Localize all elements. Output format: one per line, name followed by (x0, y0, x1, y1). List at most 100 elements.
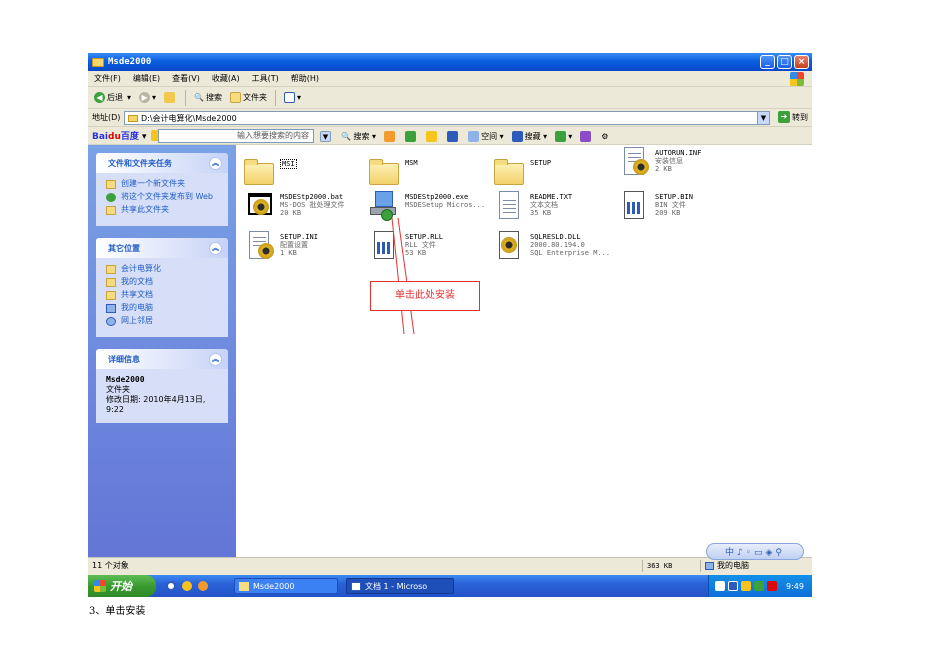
views-button[interactable]: ▾ (284, 92, 301, 103)
update-tray-icon[interactable] (767, 581, 777, 591)
ime-tray-icon[interactable] (715, 581, 725, 591)
clock: 9:49 (786, 581, 804, 591)
new-folder-icon (106, 180, 116, 189)
collapse-icon[interactable]: ︽ (209, 156, 222, 170)
menu-edit[interactable]: 编辑(E) (133, 73, 160, 84)
up-folder-button[interactable] (164, 92, 177, 103)
security-tray-icon[interactable] (754, 581, 764, 591)
config-file-icon (242, 229, 276, 263)
file-item-autorun[interactable]: AUTORUN.INF 安装信息 2 KB (617, 145, 742, 179)
baidu-toolbar: Baidu百度 ▾ 输入想要搜索的内容 ▼ 🔍 搜索 ▾ 空间 ▾ 搜藏 ▾ ▾… (88, 127, 812, 145)
search-icon: 🔍 (194, 93, 204, 102)
baidu-tool-3[interactable] (426, 130, 439, 142)
file-item-sqlresld-dll[interactable]: SQLRESLD.DLL 2000.80.194.0 SQL Enterprise … (492, 229, 617, 263)
ime-toolbar[interactable]: 中♪◦▭◈⚲ (706, 543, 804, 560)
details-header[interactable]: 详细信息 ︽ (96, 349, 228, 369)
computer-icon (106, 304, 116, 313)
file-item-msm[interactable]: MSM (367, 155, 492, 189)
file-item-msi[interactable]: MSI (242, 155, 367, 189)
computer-icon (705, 562, 714, 570)
taskbar-item-explorer[interactable]: Msde2000 (234, 578, 338, 594)
windows-flag-icon (94, 580, 106, 592)
file-item-msdestp-exe[interactable]: MSDEStp2000.exe MSDESetup Micros... (367, 189, 492, 223)
network-tray-icon[interactable] (728, 581, 738, 591)
file-item-setup-bin[interactable]: SETUP.BIN BIN 文件 209 KB (617, 189, 742, 223)
menu-view[interactable]: 查看(V) (172, 73, 200, 84)
details-panel: 详细信息 ︽ Msde2000 文件夹 修改日期: 2010年4月13日, 9:… (96, 349, 228, 423)
ie-icon[interactable] (166, 581, 176, 591)
baidu-tool-1[interactable] (384, 130, 397, 142)
address-input[interactable]: D:\会计电算化\Msde2000 ▼ (124, 111, 770, 125)
globe-icon (106, 193, 116, 202)
back-button[interactable]: ◀ 后退 ▾ (94, 92, 131, 103)
baidu-dropdown[interactable]: ▼ (320, 130, 333, 142)
folder-icon (492, 155, 526, 189)
details-modified: 修改日期: 2010年4月13日, 9:22 (106, 395, 206, 414)
file-item-msdestp-bat[interactable]: MSDEStp2000.bat MS-DOS 批处理文件 20 KB (242, 189, 367, 223)
search-button[interactable]: 🔍 搜索 (194, 92, 222, 103)
toolbar-separator (185, 89, 187, 106)
menu-bar: 文件(F) 编辑(E) 查看(V) 收藏(A) 工具(T) 帮助(H) (88, 71, 812, 87)
file-list: MSI MSM SETUP AUTORUN.INF 安装信息 2 KB MSDESt… (236, 145, 812, 557)
collapse-icon[interactable]: ︽ (209, 241, 222, 255)
folder-icon (128, 114, 138, 122)
baidu-tool-6[interactable] (580, 130, 593, 142)
menu-tools[interactable]: 工具(T) (252, 73, 279, 84)
taskbar: 开始 Msde2000 文档 1 - Microso 9:49 (88, 575, 812, 597)
baidu-search-input[interactable]: 输入想要搜索的内容 (158, 129, 314, 143)
qq-tray-icon[interactable] (741, 581, 751, 591)
address-dropdown-icon[interactable]: ▼ (757, 112, 769, 124)
share-folder-link[interactable]: 共享此文件夹 (106, 205, 222, 215)
close-button[interactable]: × (794, 55, 809, 69)
menu-favorites[interactable]: 收藏(A) (212, 73, 240, 84)
baidu-search-button[interactable]: 🔍 搜索 ▾ (341, 131, 376, 142)
system-tray: 9:49 (708, 575, 812, 597)
baidu-settings[interactable]: ⚙ (601, 132, 608, 141)
start-button[interactable]: 开始 (88, 575, 156, 597)
place-accounting[interactable]: 会计电算化 (106, 264, 222, 274)
place-network[interactable]: 网上邻居 (106, 316, 222, 326)
object-count: 11 个对象 (92, 561, 129, 570)
publish-web-link[interactable]: 将这个文件夹发布到 Web (106, 192, 222, 202)
file-item-setup-folder[interactable]: SETUP (492, 155, 617, 189)
forward-button[interactable]: ▶ ▾ (139, 92, 156, 103)
file-item-setup-rll[interactable]: SETUP.RLL RLL 文件 53 KB (367, 229, 492, 263)
network-icon (106, 317, 116, 326)
new-folder-link[interactable]: 创建一个新文件夹 (106, 179, 222, 189)
setup-info-icon (617, 145, 651, 179)
dll-file-icon (492, 229, 526, 263)
baidu-logo[interactable]: Baidu百度 ▾ (92, 129, 147, 142)
baidu-tool-5[interactable]: ▾ (555, 130, 572, 142)
menu-file[interactable]: 文件(F) (94, 73, 121, 84)
baidu-tool-4[interactable] (447, 130, 460, 142)
views-icon (284, 92, 295, 103)
file-tasks-panel: 文件和文件夹任务 ︽ 创建一个新文件夹 将这个文件夹发布到 Web 共享此文件夹 (96, 153, 228, 226)
taskbar-item-word[interactable]: 文档 1 - Microso (346, 578, 454, 594)
collapse-icon[interactable]: ︽ (209, 352, 222, 366)
file-item-readme[interactable]: README.TXT 文本文档 35 KB (492, 189, 617, 223)
place-shared-documents[interactable]: 共享文档 (106, 290, 222, 300)
menu-help[interactable]: 帮助(H) (291, 73, 319, 84)
details-type: 文件夹 (106, 385, 130, 394)
title-bar[interactable]: Msde2000 _ □ × (88, 53, 812, 71)
place-my-documents[interactable]: 我的文档 (106, 277, 222, 287)
go-button[interactable]: ➔ 转到 (778, 111, 808, 123)
baidu-favorites-button[interactable]: 搜藏 ▾ (511, 130, 547, 142)
search-icon: 🔍 (341, 131, 351, 141)
document-caption: 3、单击安装 (89, 606, 146, 617)
file-tasks-header[interactable]: 文件和文件夹任务 ︽ (96, 153, 228, 173)
maximize-button[interactable]: □ (777, 55, 792, 69)
folders-button[interactable]: 文件夹 (230, 92, 267, 103)
window-title: Msde2000 (108, 57, 152, 67)
media-icon[interactable] (182, 581, 192, 591)
desktop-icon[interactable] (198, 581, 208, 591)
minimize-button[interactable]: _ (760, 55, 775, 69)
baidu-space-button[interactable]: 空间 ▾ (468, 130, 504, 142)
place-my-computer[interactable]: 我的电脑 (106, 303, 222, 313)
annotation-callout: 单击此处安装 (370, 281, 480, 311)
installer-icon (367, 189, 401, 223)
folders-icon (230, 92, 241, 103)
file-item-setup-ini[interactable]: SETUP.INI 配置设置 1 KB (242, 229, 367, 263)
other-places-header[interactable]: 其它位置 ︽ (96, 238, 228, 258)
baidu-tool-2[interactable] (405, 130, 418, 142)
